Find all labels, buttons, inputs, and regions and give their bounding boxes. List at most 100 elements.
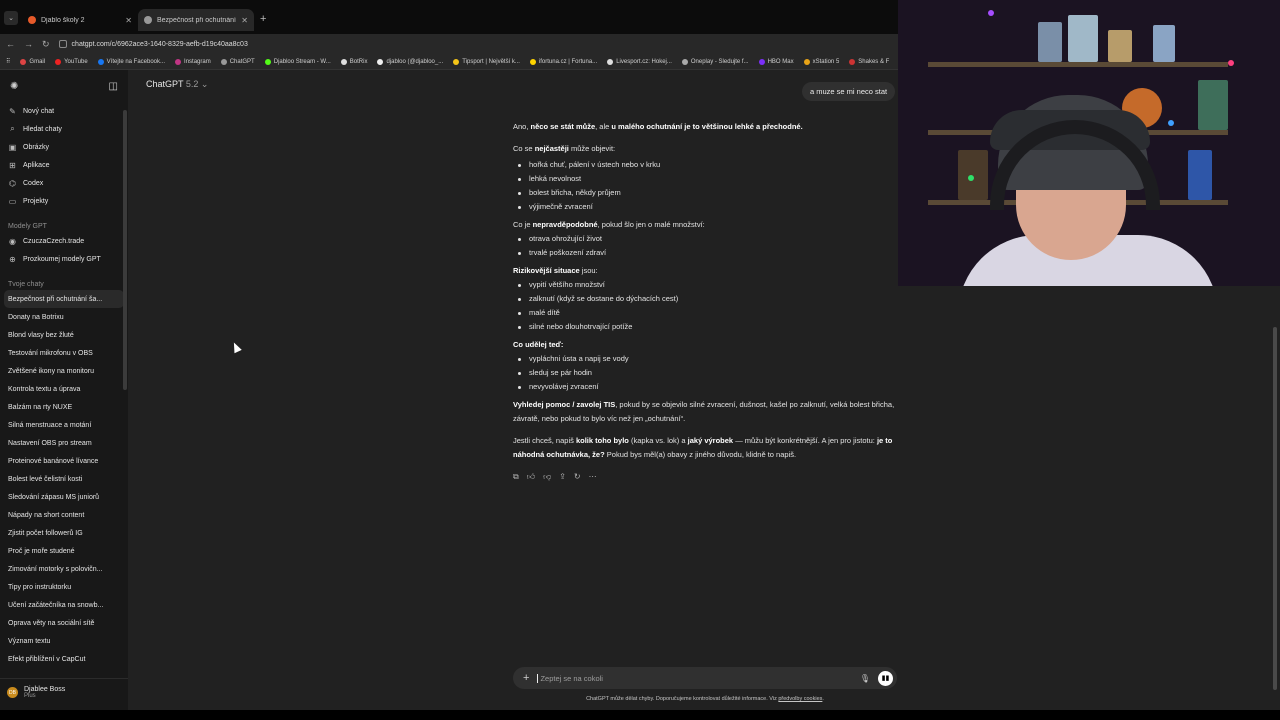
sidebar-item-gpt[interactable]: ◉ CzuczaCzech.trade — [0, 232, 128, 250]
bookmark[interactable]: Gmail — [20, 58, 45, 65]
bookmark[interactable]: Tipsport | Největší k... — [453, 58, 520, 65]
bookmark[interactable]: xStation 5 — [803, 58, 839, 65]
sidebar-item-codex[interactable]: ⌬ Codex — [0, 174, 128, 192]
copy-icon[interactable]: ⧉ — [513, 470, 519, 484]
bookmark[interactable]: BotRix — [340, 58, 367, 65]
shelf-item — [1198, 80, 1228, 130]
tab-favicon-icon — [28, 16, 36, 24]
list-item: nevyvolávej zvracení — [513, 380, 898, 394]
bookmark[interactable]: HBO Max — [758, 58, 794, 65]
model-selector[interactable]: ChatGPT 5.2 ⌄ — [146, 79, 208, 90]
site-info-icon[interactable] — [58, 40, 67, 48]
bookmark[interactable]: Shakes & F — [849, 58, 889, 65]
model-name: ChatGPT — [146, 79, 184, 89]
bookmark[interactable]: ChatGPT — [220, 58, 255, 65]
chat-item[interactable]: Donaty na Botrixu — [0, 308, 128, 326]
close-tab-icon[interactable]: ✕ — [125, 16, 132, 25]
chat-item[interactable]: Kontrola textu a úprava — [0, 380, 128, 398]
browser-tab-active[interactable]: Bezpečnost při ochutnání šam... ✕ — [138, 9, 254, 31]
cookie-preferences-link[interactable]: předvolby cookies — [778, 696, 822, 702]
prompt-input[interactable]: Zeptej se na cokoli — [537, 673, 851, 683]
chat-item[interactable]: Oprava věty na sociální sítě — [0, 614, 128, 632]
shelf-item — [1068, 15, 1098, 62]
sidebar-scrollbar[interactable] — [123, 110, 127, 390]
bookmark[interactable]: ifortuna.cz | Fortuna... — [529, 58, 597, 65]
bookmark-icon — [849, 58, 856, 65]
list-item: silné nebo dlouhotrvající potíže — [513, 320, 898, 334]
browser-tab[interactable]: Djablo školy 2 ✕ — [22, 9, 138, 31]
tab-search-icon[interactable]: ⌄ — [4, 11, 18, 25]
user-menu[interactable]: DB Djablee Boss Plus — [0, 678, 128, 706]
bookmark[interactable]: YouTube — [55, 58, 88, 65]
risk-list: vypití většího množství zalknutí (když s… — [513, 278, 898, 334]
sidebar-item-projects[interactable]: ▭ Projekty — [0, 192, 128, 210]
unlikely-list: otrava ohrožující život trvalé poškození… — [513, 232, 898, 260]
regenerate-icon[interactable]: ↻ — [574, 470, 581, 484]
url-field[interactable]: chatgpt.com/c/6962ace3-1640-8329-aefb-d1… — [58, 40, 248, 48]
led-light — [988, 10, 994, 16]
list-item: lehká nevolnost — [513, 172, 898, 186]
new-tab-icon[interactable]: + — [260, 13, 266, 25]
chat-item[interactable]: Nastavení OBS pro stream — [0, 434, 128, 452]
model-version: 5.2 — [185, 79, 199, 89]
back-icon[interactable]: ← — [6, 39, 15, 49]
sidebar: ✺ ◫ ✎ Nový chat ⌕ Hledat chaty ▣ Obrázky ⊞ A… — [0, 70, 128, 710]
toggle-sidebar-icon[interactable]: ◫ — [109, 81, 118, 92]
led-light — [1228, 60, 1234, 66]
apps-grid-icon[interactable]: ⠿ — [6, 58, 10, 65]
sidebar-item-new-chat[interactable]: ✎ Nový chat — [0, 102, 128, 120]
composer: + Zeptej se na cokoli 🎙︎ ▮▮ — [513, 667, 897, 689]
bookmark-icon — [175, 58, 182, 65]
bookmark[interactable]: djabloo (@djabloo_... — [377, 58, 443, 65]
close-tab-icon[interactable]: ✕ — [241, 16, 248, 25]
chat-item[interactable]: Testování mikrofonu v OBS — [0, 344, 128, 362]
plus-icon[interactable]: + — [523, 672, 529, 684]
voice-mode-icon[interactable]: ▮▮ — [878, 670, 893, 686]
mouse-cursor-icon — [230, 340, 242, 354]
chat-item[interactable]: Blond vlasy bez žluté — [0, 326, 128, 344]
bookmark[interactable]: Vítejte na Facebook... — [97, 58, 165, 65]
chat-item[interactable]: Proč je moře studené — [0, 542, 128, 560]
reload-icon[interactable]: ↻ — [42, 39, 50, 50]
chat-item[interactable]: Bolest levé čelistní kosti — [0, 470, 128, 488]
webcam-overlay — [898, 0, 1280, 286]
answer-unlikely-heading: Co je nepravděpodobné, pokud šlo jen o m… — [513, 220, 705, 229]
sidebar-item-images[interactable]: ▣ Obrázky — [0, 138, 128, 156]
bookmark-icon — [340, 58, 347, 65]
openai-logo-icon[interactable]: ✺ — [10, 81, 18, 92]
chat-item[interactable]: Balzám na rty NUXE — [0, 398, 128, 416]
sidebar-item-search-chats[interactable]: ⌕ Hledat chaty — [0, 120, 128, 138]
microphone-icon[interactable]: 🎙︎ — [860, 674, 870, 683]
chat-item[interactable]: Zimování motorky s polovičn... — [0, 560, 128, 578]
chat-item[interactable]: Silná menstruace a motání — [0, 416, 128, 434]
forward-icon[interactable]: → — [24, 39, 33, 49]
bookmark[interactable]: Instagram — [175, 58, 211, 65]
bookmark-icon — [681, 58, 688, 65]
chat-item[interactable]: Sledování zápasu MS juniorů — [0, 488, 128, 506]
sidebar-item-explore-gpts[interactable]: ⊕ Prozkoumej modely GPT — [0, 250, 128, 268]
tab-favicon-icon — [144, 16, 152, 24]
chat-item[interactable]: Tipy pro instruktorku — [0, 578, 128, 596]
bookmark[interactable]: Djabloo Stream - W... — [264, 58, 331, 65]
sidebar-item-apps[interactable]: ⊞ Aplikace — [0, 156, 128, 174]
chat-item[interactable]: Učení začátečníka na snowb... — [0, 596, 128, 614]
bookmark-icon — [20, 58, 27, 65]
chat-item[interactable]: Význam textu — [0, 632, 128, 650]
bookmark[interactable]: Livesport.cz: Hokej... — [607, 58, 672, 65]
thumbs-up-icon[interactable]: 👍︎ — [527, 470, 535, 484]
chat-item[interactable]: Zjistit počet followerů IG — [0, 524, 128, 542]
chat-item[interactable]: Bezpečnost při ochutnání ša... — [4, 290, 124, 308]
bookmark[interactable]: Oneplay - Sledujte f... — [681, 58, 749, 65]
thumbs-down-icon[interactable]: 👎︎ — [543, 470, 551, 484]
list-item: trvalé poškození zdraví — [513, 246, 898, 260]
apps-icon: ⊞ — [9, 160, 16, 170]
chat-item[interactable]: Proteinové banánové lívance — [0, 452, 128, 470]
more-icon[interactable]: ⋯ — [589, 470, 597, 484]
main-scrollbar[interactable] — [1273, 327, 1277, 690]
bookmark-icon — [529, 58, 536, 65]
answer-todo-heading: Co udělej teď: — [513, 340, 564, 349]
chat-item[interactable]: Efekt přiblížení v CapCut — [0, 650, 128, 668]
share-icon[interactable]: ⇪ — [559, 470, 566, 484]
chat-item[interactable]: Zvětšené ikony na monitoru — [0, 362, 128, 380]
chat-item[interactable]: Nápady na short content — [0, 506, 128, 524]
